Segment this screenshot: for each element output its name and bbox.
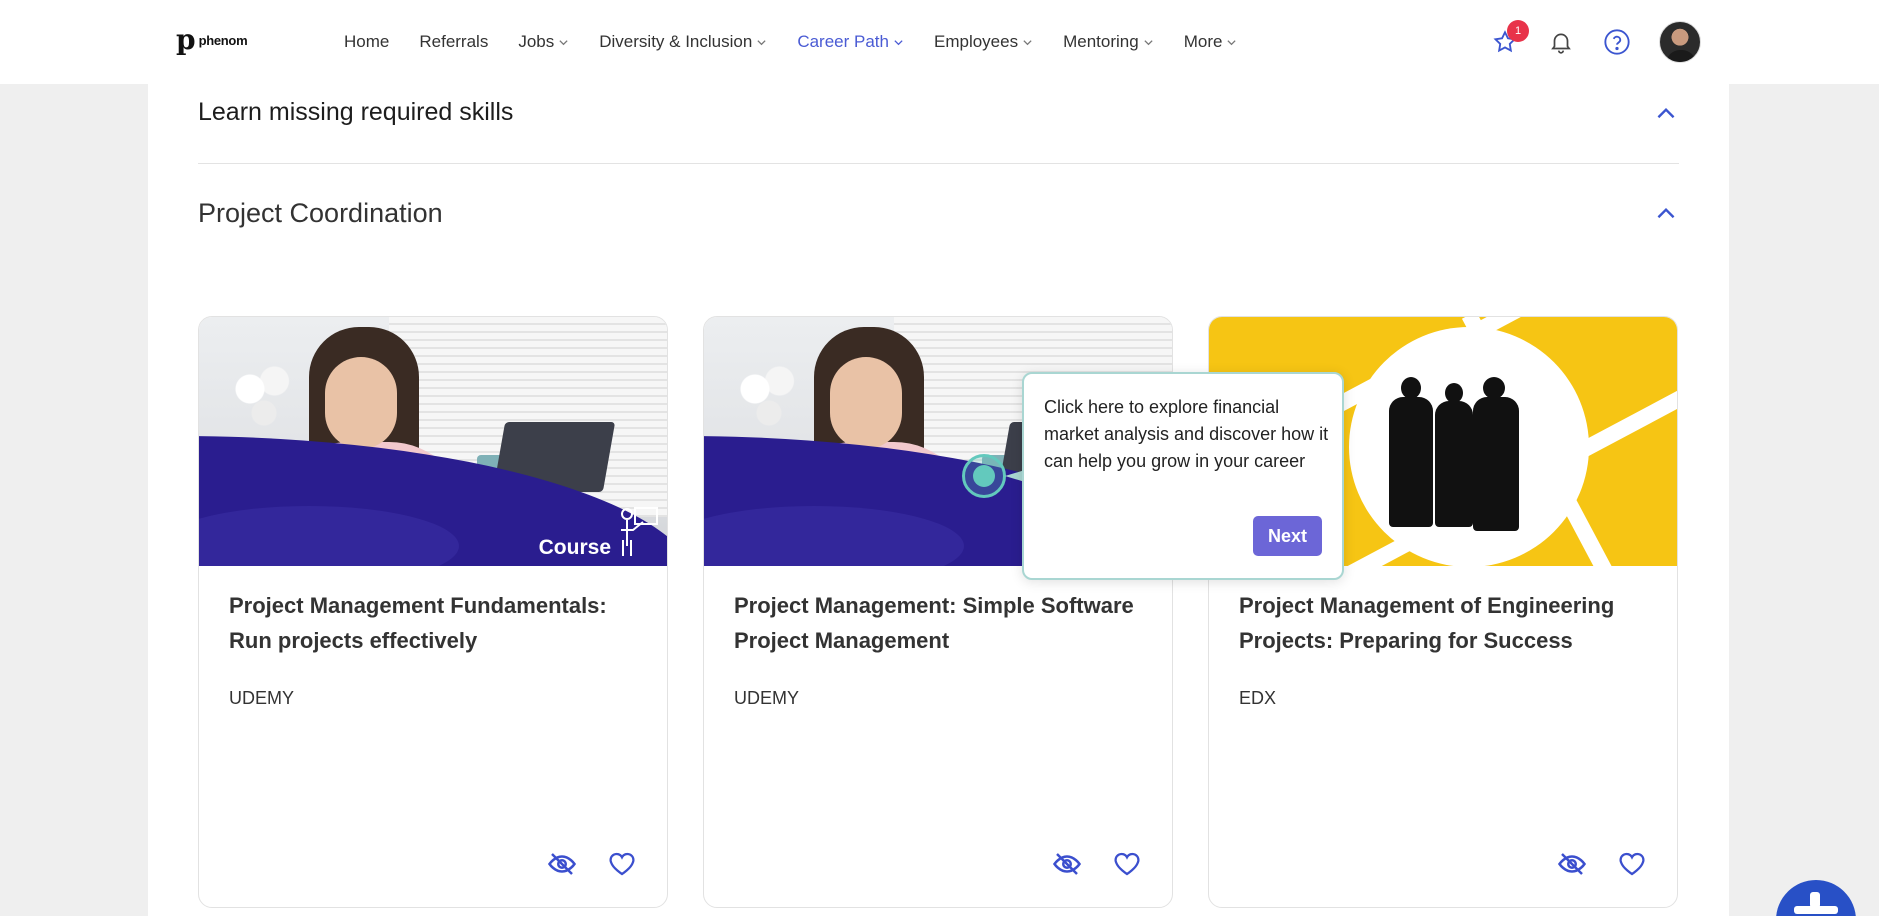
heart-icon[interactable] [607, 849, 637, 879]
heart-icon[interactable] [1617, 849, 1647, 879]
nav-item-referrals[interactable]: Referrals [419, 32, 488, 52]
favorites-badge: 1 [1507, 20, 1529, 42]
nav-item-more[interactable]: More [1184, 32, 1238, 52]
chevron-down-icon [894, 39, 903, 45]
phenom-logo-icon: p [176, 23, 196, 56]
tour-hotspot[interactable] [962, 454, 1006, 498]
nav-item-home[interactable]: Home [344, 32, 389, 52]
course-title[interactable]: Project Management of Engineering Projec… [1239, 588, 1647, 668]
chevron-down-icon [1023, 39, 1032, 45]
nav-item-label: Jobs [518, 32, 555, 51]
header-actions: 1 [1491, 18, 1701, 66]
course-image[interactable]: Course [199, 317, 667, 566]
chevron-down-icon [1227, 39, 1237, 45]
view-icon[interactable] [547, 849, 577, 879]
main-nav: Home Referrals Jobs Diversity & Inclusion Ca… [344, 0, 1267, 84]
nav-item-label: Diversity & Inclusion [599, 32, 753, 51]
course-title[interactable]: Project Management: Simple Software Proj… [734, 588, 1142, 668]
favorites-button[interactable]: 1 [1491, 20, 1529, 56]
nav-item-label: Employees [933, 32, 1019, 51]
chevron-down-icon [757, 39, 766, 45]
tour-next-button[interactable]: Next [1253, 516, 1322, 556]
chatbot-button[interactable] [1776, 880, 1856, 916]
heart-icon[interactable] [1112, 849, 1142, 879]
collapse-skill-button[interactable] [1653, 201, 1679, 227]
course-type-label: Course [538, 536, 611, 559]
chevron-down-icon [559, 39, 568, 45]
bell-icon [1551, 33, 1571, 54]
course-provider: EDX [1239, 688, 1277, 708]
view-icon[interactable] [1052, 849, 1082, 879]
section-title: Learn missing required skills [198, 98, 514, 126]
presenter-icon [621, 507, 658, 556]
course-title[interactable]: Project Management Fundamentals: Run pro… [229, 588, 637, 668]
nav-item-career-path[interactable]: Career Path [797, 32, 904, 52]
section-divider [198, 163, 1679, 164]
skill-subtitle: Project Coordination [198, 198, 443, 228]
nav-item-label: More [1183, 32, 1223, 51]
phenom-logo[interactable]: p phenom [176, 23, 248, 56]
skills-panel: Learn missing required skills Project Co… [148, 84, 1729, 916]
nav-item-employees[interactable]: Employees [934, 32, 1033, 52]
course-provider: UDEMY [734, 688, 800, 708]
nav-item-label: Mentoring [1063, 32, 1139, 51]
nav-item-mentoring[interactable]: Mentoring [1063, 32, 1154, 52]
help-button[interactable] [1603, 28, 1631, 56]
help-icon [1604, 29, 1630, 55]
logo-text: phenom [198, 32, 248, 48]
tour-tooltip: Click here to explore financial market a… [1022, 372, 1344, 580]
nav-item-label: Referrals [419, 32, 489, 51]
course-provider: UDEMY [229, 688, 295, 708]
user-avatar[interactable] [1659, 21, 1701, 63]
notifications-button[interactable] [1547, 28, 1575, 56]
nav-item-label: Career Path [797, 32, 889, 51]
course-card-1[interactable]: Course Project Management Fundamentals: … [198, 316, 668, 908]
nav-item-diversity-inclusion[interactable]: Diversity & Inclusion [599, 32, 767, 52]
tooltip-text: Click here to explore financial market a… [1044, 397, 1329, 471]
nav-item-jobs[interactable]: Jobs [518, 32, 569, 52]
view-icon[interactable] [1557, 849, 1587, 879]
collapse-section-button[interactable] [1653, 101, 1679, 127]
chevron-down-icon [1144, 39, 1153, 45]
top-header: p phenom Home Referrals Jobs Diversity & In… [0, 0, 1879, 84]
nav-item-label: Home [344, 32, 390, 51]
